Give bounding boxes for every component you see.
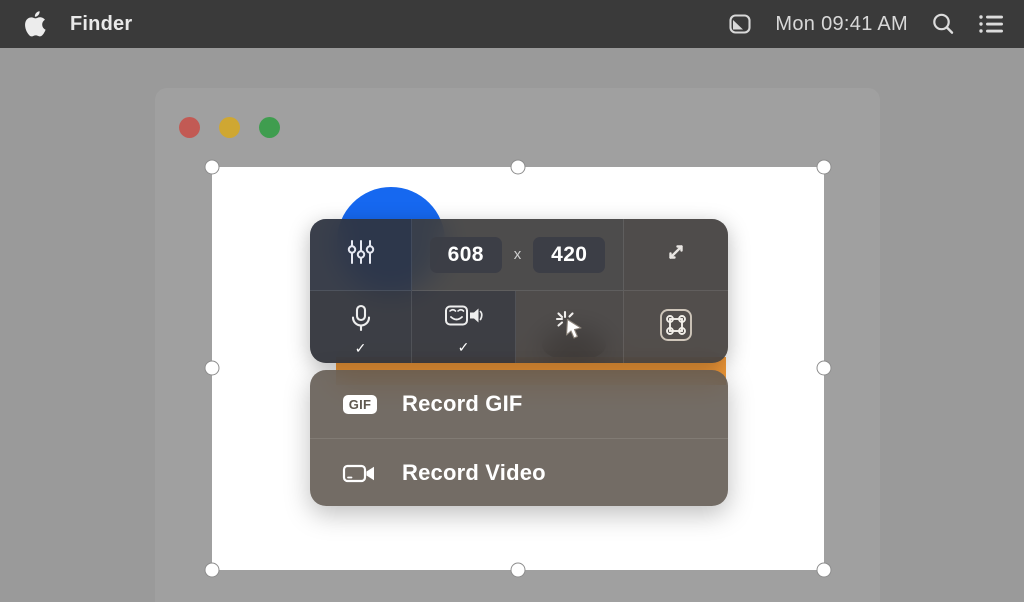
- capture-toolbar-row-bottom: ✓ ✓: [310, 291, 728, 363]
- system-audio-icon: [443, 303, 485, 338]
- capture-height-input[interactable]: 420: [533, 236, 606, 273]
- selection-handle-top-left[interactable]: [204, 159, 220, 175]
- capture-settings-button[interactable]: [310, 219, 412, 291]
- keyboard-shortcut-button[interactable]: [624, 291, 728, 363]
- screen-capture-icon[interactable]: [727, 11, 753, 37]
- menu-item-label: Record Video: [402, 459, 546, 485]
- capture-toolbar: 608 x 420 ✓ ✓: [310, 219, 728, 363]
- capture-fullscreen-button[interactable]: [624, 219, 728, 291]
- menu-bar-status-area: Mon 09:41 AM: [727, 11, 1024, 37]
- active-app-name[interactable]: Finder: [70, 13, 132, 36]
- selection-handle-middle-left[interactable]: [204, 360, 220, 376]
- menu-item-record-video[interactable]: Record Video: [310, 438, 728, 506]
- menu-bar-clock[interactable]: Mon 09:41 AM: [775, 13, 908, 36]
- command-key-icon: [658, 307, 694, 348]
- capture-toolbar-row-top: 608 x 420: [310, 219, 728, 291]
- menu-item-label: Record GIF: [402, 391, 523, 416]
- selection-handle-bottom-left[interactable]: [204, 562, 220, 578]
- sliders-icon: [344, 235, 378, 274]
- selection-handle-top-center[interactable]: [510, 159, 526, 175]
- window-close-button[interactable]: [179, 117, 200, 138]
- selection-handle-bottom-center[interactable]: [510, 562, 526, 578]
- microphone-toggle-button[interactable]: ✓: [310, 291, 412, 363]
- screen: Finder Mon 09:41 AM 608 x 420 ✓ ✓ GIF Re…: [0, 0, 1024, 602]
- capture-width-input[interactable]: 608: [429, 236, 502, 273]
- control-center-icon[interactable]: [978, 12, 1006, 36]
- record-options-menu: GIF Record GIF Record Video: [310, 370, 728, 506]
- menu-bar-left: Finder: [0, 9, 132, 39]
- system-audio-toggle-button[interactable]: ✓: [412, 291, 516, 363]
- window-traffic-lights: [179, 117, 280, 138]
- window-minimize-button[interactable]: [219, 117, 240, 138]
- capture-dimensions-group: 608 x 420: [412, 219, 624, 291]
- window-zoom-button[interactable]: [259, 117, 280, 138]
- expand-arrows-icon: [660, 236, 692, 273]
- click-highlight-cursor-icon: [551, 306, 589, 349]
- video-camera-icon: [340, 460, 380, 486]
- microphone-enabled-check: ✓: [354, 339, 367, 356]
- search-icon[interactable]: [930, 11, 956, 37]
- gif-badge-icon: GIF: [340, 394, 380, 414]
- selection-handle-top-right[interactable]: [816, 159, 832, 175]
- apple-logo-icon[interactable]: [22, 9, 48, 39]
- microphone-icon: [346, 302, 376, 339]
- gif-badge-label: GIF: [342, 394, 378, 414]
- selection-handle-bottom-right[interactable]: [816, 562, 832, 578]
- click-highlight-toggle-button[interactable]: [516, 291, 624, 363]
- system-audio-enabled-check: ✓: [457, 338, 470, 355]
- dimension-separator: x: [513, 246, 522, 263]
- selection-handle-middle-right[interactable]: [816, 360, 832, 376]
- menu-item-record-gif[interactable]: GIF Record GIF: [310, 370, 728, 438]
- menu-bar: Finder Mon 09:41 AM: [0, 0, 1024, 48]
